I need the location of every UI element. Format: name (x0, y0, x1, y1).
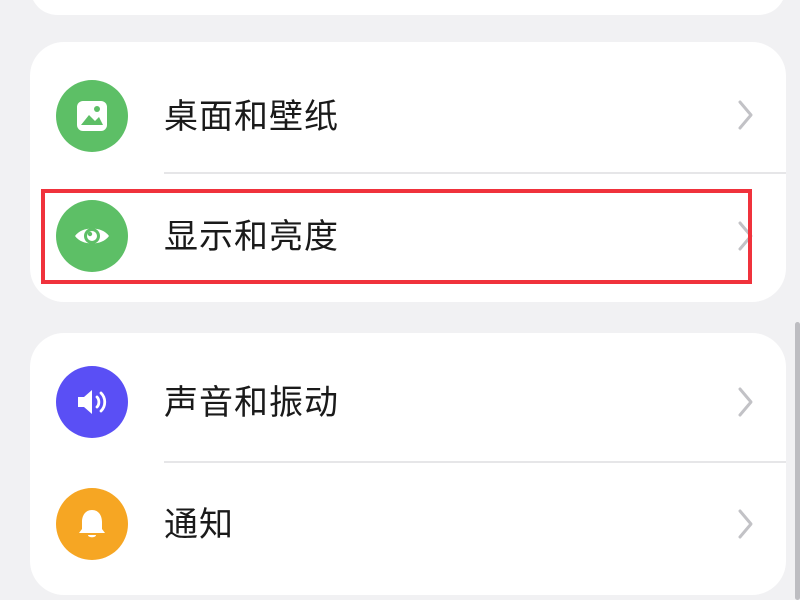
settings-item-sound-vibration[interactable]: 声音和振动 (30, 341, 786, 465)
divider (164, 461, 786, 463)
settings-card-sound: 声音和振动 通知 (30, 333, 786, 595)
settings-item-label: 通知 (164, 505, 234, 545)
scrollbar[interactable] (795, 322, 800, 600)
settings-item-wallpaper[interactable]: 桌面和壁纸 (30, 50, 786, 174)
speaker-icon (56, 366, 128, 438)
settings-item-label: 声音和振动 (164, 383, 339, 423)
divider (164, 172, 786, 174)
chevron-right-icon (738, 509, 753, 539)
chevron-right-icon (738, 100, 753, 130)
highlight-box (41, 189, 752, 284)
chevron-right-icon (738, 387, 753, 417)
settings-card-previous (30, 0, 786, 15)
bell-icon (56, 488, 128, 560)
settings-item-notifications[interactable]: 通知 (30, 465, 786, 589)
wallpaper-icon (56, 80, 128, 152)
settings-item-label: 桌面和壁纸 (164, 97, 339, 137)
